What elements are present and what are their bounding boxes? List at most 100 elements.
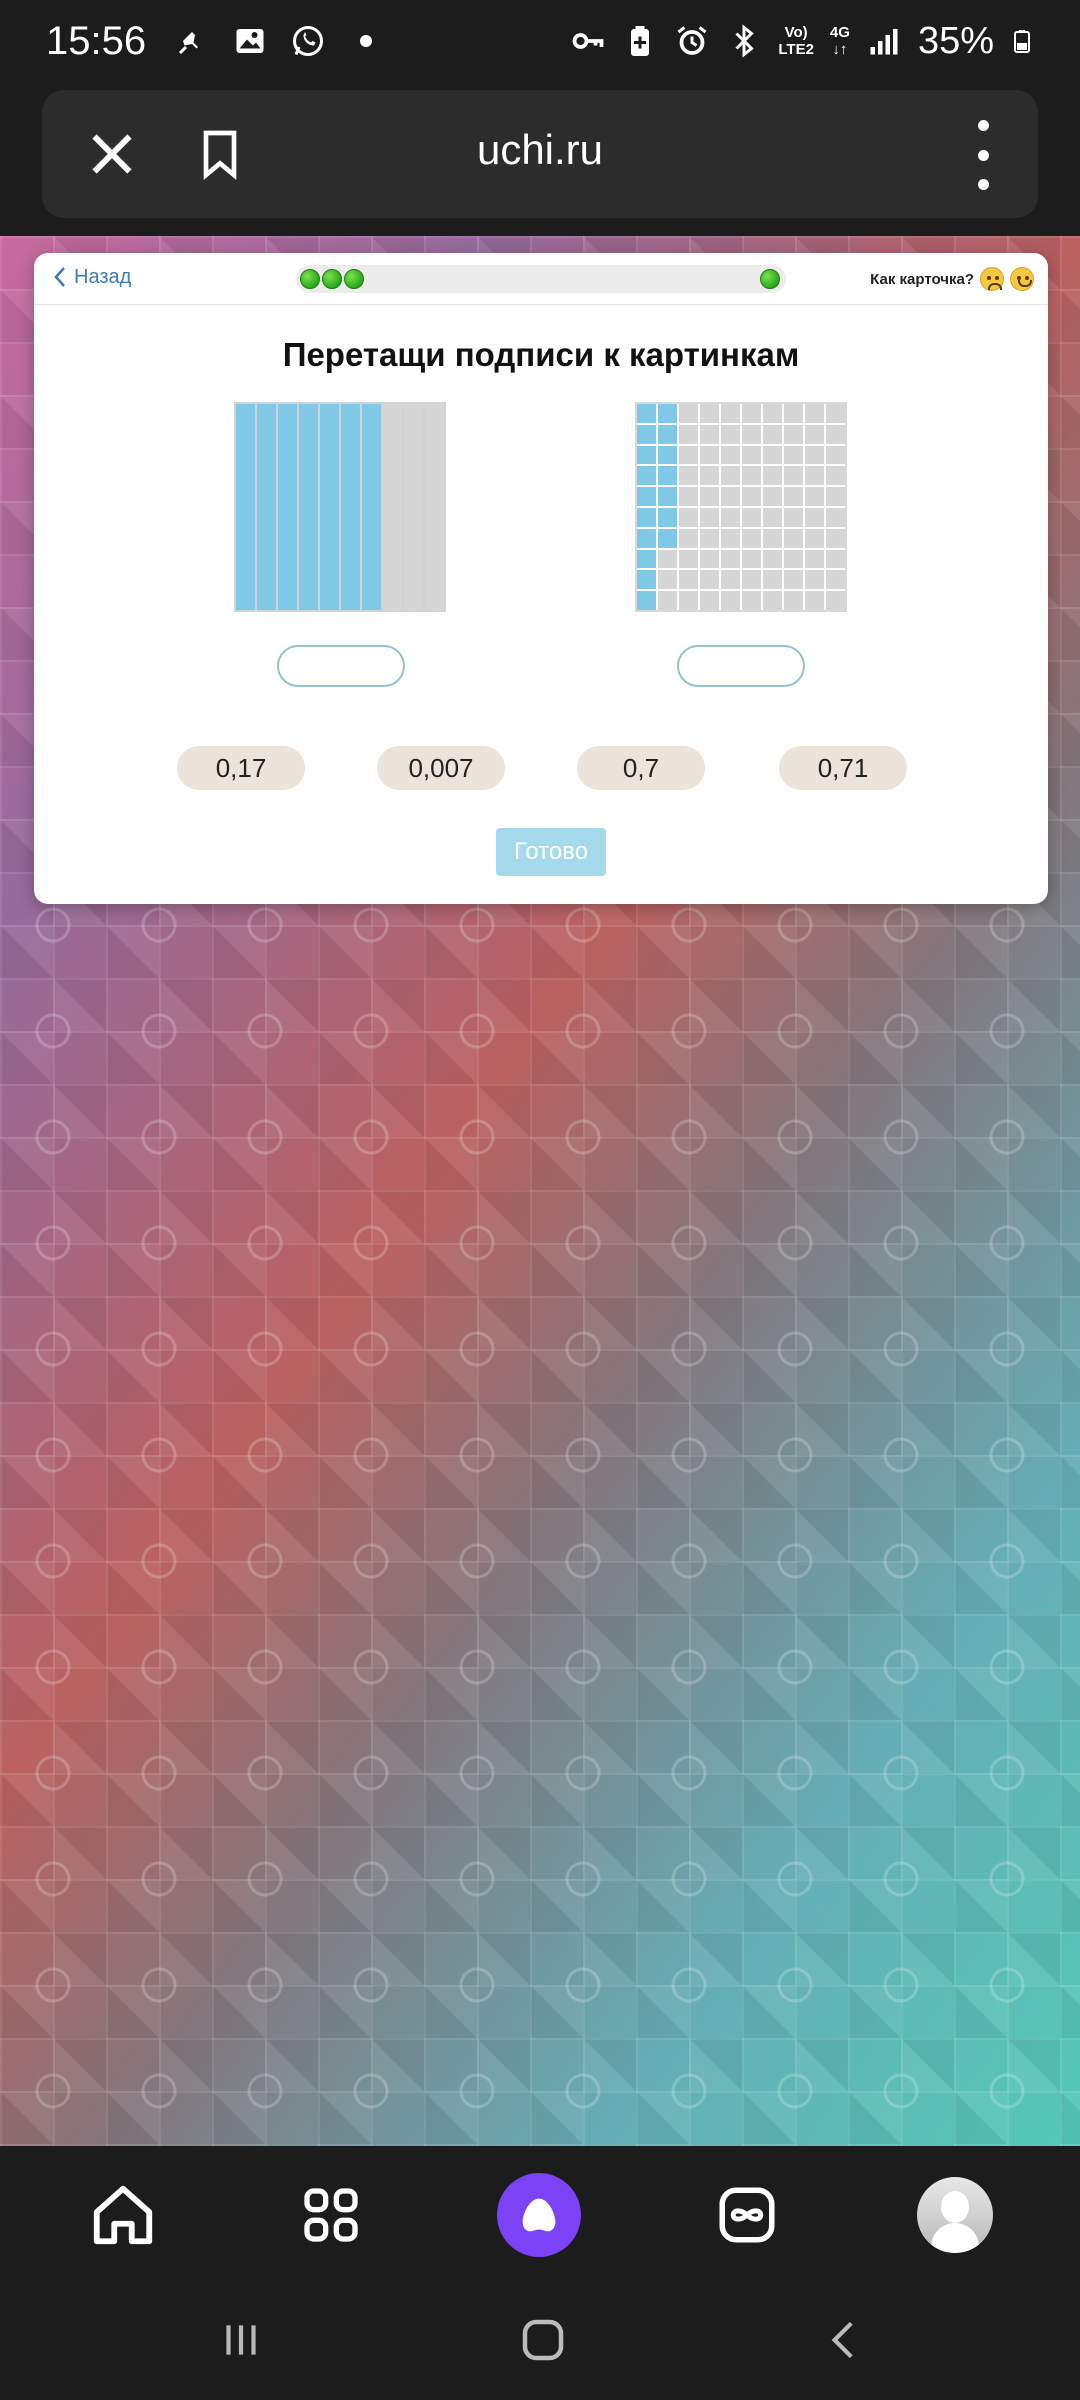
empty-cell	[805, 424, 824, 444]
done-button[interactable]: Готово	[496, 828, 606, 876]
apps-button[interactable]	[286, 2170, 376, 2260]
task-card: Назад Как карточка? Перетащи подписи к к…	[34, 253, 1048, 904]
infinity-button[interactable]	[702, 2170, 792, 2260]
status-bar: 15:56 Vo) LTE2 4G ↓↑ 35%	[0, 0, 1080, 82]
lte-indicator: Vo) LTE2	[778, 24, 814, 58]
empty-cell	[805, 507, 824, 527]
empty-cell	[826, 591, 845, 610]
filled-column	[320, 404, 339, 610]
figure-columns	[234, 402, 446, 612]
filled-cell	[658, 445, 677, 465]
empty-cell	[763, 507, 782, 527]
progress-dot	[760, 269, 780, 289]
empty-column	[383, 404, 402, 610]
battery-icon	[1014, 30, 1030, 53]
back-chevron-icon	[831, 2321, 853, 2359]
notification-icons	[174, 23, 384, 59]
recents-icon	[226, 2325, 256, 2355]
filled-cell	[637, 487, 656, 506]
filled-cell	[637, 424, 656, 444]
answer-chip[interactable]: 0,7	[577, 746, 705, 790]
profile-button[interactable]	[910, 2170, 1000, 2260]
answer-chip[interactable]: 0,17	[177, 746, 305, 790]
progress-dot	[300, 269, 320, 289]
empty-cell	[805, 466, 824, 486]
empty-cell	[700, 591, 719, 610]
filled-cell	[658, 487, 677, 506]
url-text[interactable]: uchi.ru	[42, 126, 1038, 174]
data-arrows: ↓↑	[832, 41, 848, 58]
empty-cell	[805, 487, 824, 506]
filled-cell	[658, 404, 677, 423]
feedback-label: Как карточка?	[870, 270, 974, 288]
empty-cell	[826, 404, 845, 423]
empty-cell	[742, 404, 761, 423]
empty-cell	[742, 424, 761, 444]
filled-cell	[637, 591, 656, 610]
empty-cell	[763, 466, 782, 486]
task-title: Перетащи подписи к картинкам	[282, 336, 800, 373]
sad-face-icon[interactable]	[980, 267, 1004, 291]
apps-grid-icon	[304, 2188, 358, 2242]
filled-column	[362, 404, 381, 610]
empty-cell	[784, 591, 803, 610]
mute-icon	[179, 32, 199, 55]
filled-column	[278, 404, 297, 610]
empty-cell	[805, 404, 824, 423]
empty-cell	[763, 445, 782, 465]
filled-column	[341, 404, 360, 610]
empty-cell	[784, 549, 803, 569]
card-feedback: Как карточка?	[870, 267, 1034, 291]
empty-cell	[658, 570, 677, 590]
answer-chip[interactable]: 0,007	[377, 746, 505, 790]
card-header: Назад Как карточка?	[34, 253, 1048, 305]
drop-slot-left[interactable]	[277, 645, 405, 687]
filled-cell	[637, 549, 656, 569]
browser-toolbar: uchi.ru	[0, 82, 1080, 236]
filled-cell	[637, 570, 656, 590]
system-nav-bar	[0, 2282, 1080, 2400]
empty-column	[425, 404, 444, 610]
empty-cell	[721, 591, 740, 610]
back-system-button[interactable]	[810, 2310, 880, 2370]
empty-cell	[826, 507, 845, 527]
drop-slot-right[interactable]	[677, 645, 805, 687]
dot-icon	[360, 35, 373, 47]
empty-cell	[805, 591, 824, 610]
system-indicators: Vo) LTE2 4G ↓↑ 35%	[570, 20, 1034, 63]
infinity-icon	[719, 2187, 775, 2243]
empty-cell	[658, 549, 677, 569]
empty-cell	[784, 507, 803, 527]
back-label: Назад	[74, 265, 132, 288]
empty-cell	[721, 570, 740, 590]
empty-cell	[784, 528, 803, 548]
empty-cell	[700, 466, 719, 486]
lte-bottom: LTE2	[778, 41, 814, 58]
happy-face-icon[interactable]	[1010, 267, 1034, 291]
empty-cell	[826, 424, 845, 444]
empty-cell	[679, 549, 698, 569]
filled-cell	[637, 404, 656, 423]
empty-cell	[721, 528, 740, 548]
answer-chip[interactable]: 0,71	[779, 746, 907, 790]
empty-cell	[679, 528, 698, 548]
empty-cell	[658, 591, 677, 610]
alice-button[interactable]	[494, 2170, 584, 2260]
empty-cell	[721, 487, 740, 506]
home-system-button[interactable]	[508, 2310, 578, 2370]
back-button[interactable]: Назад	[52, 265, 131, 289]
home-button[interactable]	[78, 2170, 168, 2260]
empty-cell	[679, 570, 698, 590]
address-bar[interactable]: uchi.ru	[42, 90, 1038, 218]
progress-dot	[322, 269, 342, 289]
filled-cell	[637, 466, 656, 486]
signal-icon	[870, 29, 898, 55]
empty-cell	[784, 570, 803, 590]
empty-cell	[805, 549, 824, 569]
recents-button[interactable]	[206, 2310, 276, 2370]
empty-cell	[721, 445, 740, 465]
more-vertical-icon[interactable]	[968, 120, 998, 190]
network-indicator: 4G ↓↑	[830, 24, 850, 58]
empty-cell	[763, 424, 782, 444]
filled-cell	[637, 528, 656, 548]
